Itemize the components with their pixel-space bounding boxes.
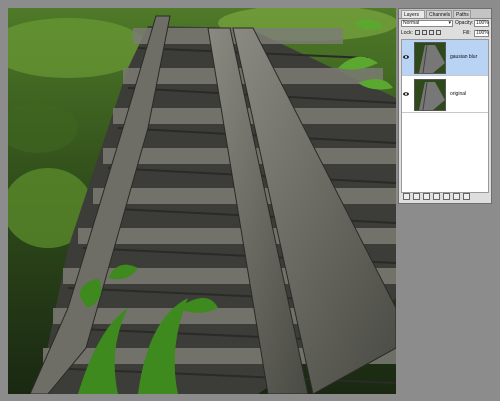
panel-tabs: Layers × Channels Paths — [399, 9, 491, 26]
link-icon[interactable] — [403, 193, 410, 200]
fill-label: Fill: — [463, 30, 471, 36]
folder-icon[interactable] — [443, 193, 450, 200]
opacity-field[interactable]: 100% — [474, 20, 489, 27]
bridge-photo — [8, 8, 396, 394]
lock-position-icon[interactable] — [429, 30, 434, 35]
layer-row-original[interactable]: original — [402, 77, 488, 113]
layer-name: gausian blur — [450, 54, 478, 60]
lock-label: Lock: — [401, 30, 413, 36]
fill-field[interactable]: 100% — [474, 30, 489, 37]
layers-list: gausian blur original — [401, 39, 489, 193]
blend-mode-select[interactable]: Normal ▾ — [401, 20, 453, 27]
layers-panel: Layers × Channels Paths Normal ▾ Opacity… — [398, 8, 492, 204]
layer-thumbnail — [414, 42, 446, 74]
layers-bottom-toolbar — [401, 192, 489, 201]
tab-paths[interactable]: Paths — [453, 10, 471, 18]
lock-pixels-icon[interactable] — [422, 30, 427, 35]
lock-all-icon[interactable] — [436, 30, 441, 35]
layer-row-gausian-blur[interactable]: gausian blur — [402, 40, 488, 76]
tab-channels[interactable]: Channels — [426, 10, 452, 18]
opacity-label: Opacity: — [455, 20, 474, 26]
blend-mode-value: Normal — [403, 20, 420, 26]
layer-name: original — [450, 91, 467, 97]
trash-icon[interactable] — [463, 193, 470, 200]
new-layer-icon[interactable] — [453, 193, 460, 200]
mask-icon[interactable] — [423, 193, 430, 200]
eye-icon[interactable] — [403, 91, 409, 97]
lock-transparency-icon[interactable] — [415, 30, 420, 35]
adjustment-icon[interactable] — [433, 193, 440, 200]
fx-icon[interactable] — [413, 193, 420, 200]
layer-thumbnail — [414, 79, 446, 111]
image-canvas[interactable] — [8, 8, 396, 394]
tab-layers[interactable]: Layers × — [401, 10, 425, 26]
chevron-down-icon: ▾ — [448, 20, 451, 26]
eye-icon[interactable] — [403, 54, 409, 60]
